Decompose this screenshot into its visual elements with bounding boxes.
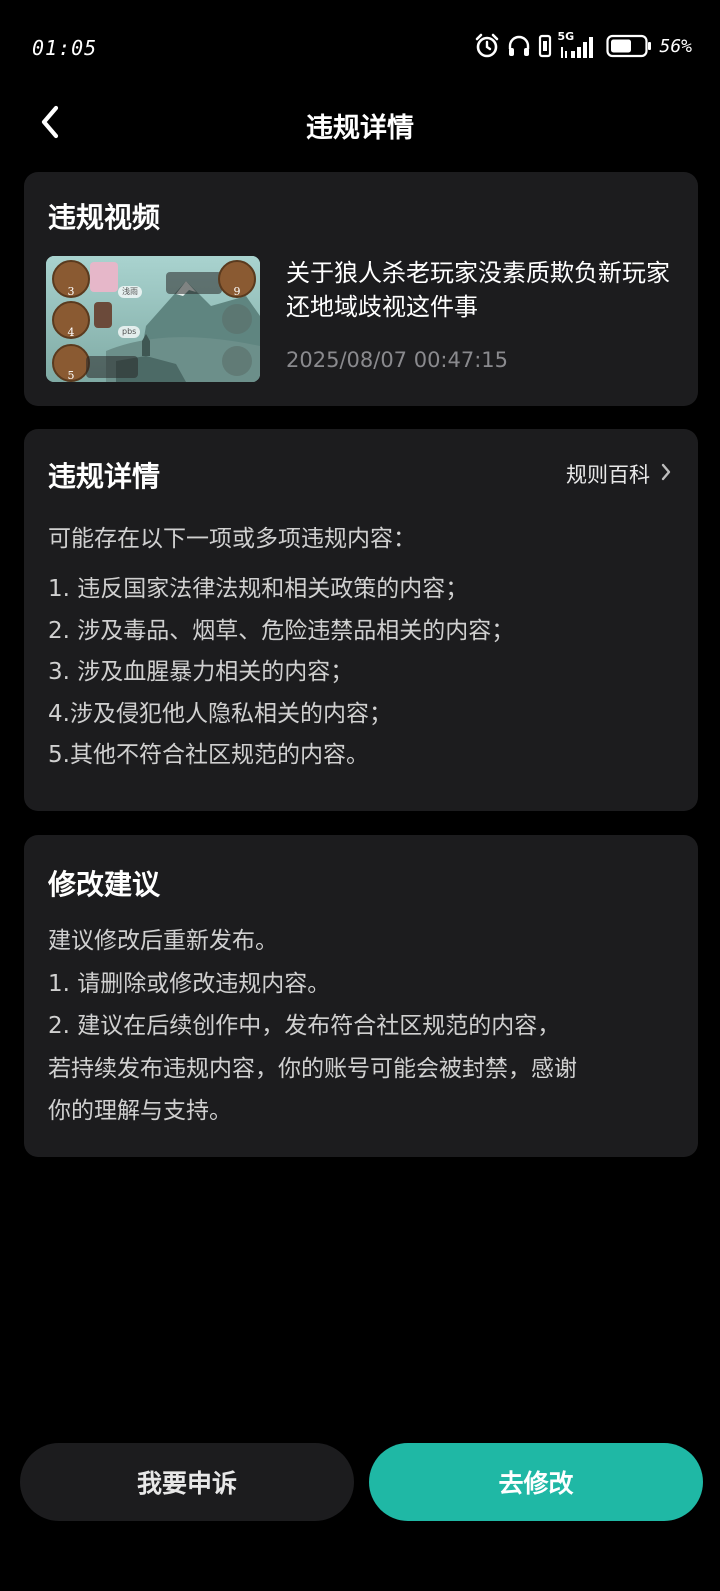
vibrate-icon: [538, 34, 552, 58]
violation-detail-card: 违规详情 规则百科 可能存在以下一项或多项违规内容： 1. 违反国家法律法规和相…: [24, 429, 698, 811]
nav-bar: 违规详情: [0, 90, 720, 160]
violation-list: 1. 违反国家法律法规和相关政策的内容； 2. 涉及毒品、烟草、危险违禁品相关的…: [48, 569, 514, 777]
seat-4: 4: [52, 301, 90, 339]
rules-link-label: 规则百科: [566, 463, 650, 487]
suggestion-line: 你的理解与支持。: [48, 1098, 232, 1124]
suggestion-text: 建议修改后重新发布。 1. 请删除或修改违规内容。 2. 建议在后续创作中，发布…: [48, 920, 678, 1133]
list-item: 3. 涉及血腥暴力相关的内容；: [48, 659, 354, 685]
suggest-section-title: 修改建议: [48, 868, 161, 901]
list-item: 5.其他不符合社区规范的内容。: [48, 742, 369, 768]
player-tag: 浅雨: [118, 286, 142, 298]
mic-icon: [222, 346, 252, 376]
chevron-right-icon: [660, 462, 672, 487]
signal-icon: 5G: [557, 30, 599, 59]
name-plate: [86, 356, 138, 378]
seat-3: 3: [52, 260, 90, 298]
player-avatar: [90, 262, 118, 292]
modification-suggestion-card: 修改建议 建议修改后重新发布。 1. 请删除或修改违规内容。 2. 建议在后续创…: [24, 835, 698, 1157]
video-section-title: 违规视频: [48, 201, 161, 234]
page-title: 违规详情: [306, 113, 414, 144]
list-item: 2. 涉及毒品、烟草、危险违禁品相关的内容；: [48, 617, 515, 644]
seat-5: 5: [52, 344, 90, 382]
suggestion-line: 建议修改后重新发布。: [48, 928, 278, 954]
status-bar: 01:05 5G 56%: [0, 0, 720, 90]
alarm-icon: [474, 33, 500, 59]
player-tag: pbs: [118, 326, 141, 338]
suggestion-line: 若持续发布违规内容，你的账号可能会被封禁，感谢: [48, 1055, 577, 1082]
rules-encyclopedia-link[interactable]: 规则百科: [566, 459, 672, 489]
video-timestamp: 2025/08/07 00:47:15: [286, 348, 509, 372]
network-type: 5G: [557, 30, 575, 43]
lock-icon: [222, 304, 252, 334]
seat-number: 4: [67, 326, 75, 339]
battery-icon: [606, 34, 652, 58]
appeal-button[interactable]: 我要申诉: [20, 1443, 354, 1521]
video-title[interactable]: 关于狼人杀老玩家没素质欺负新玩家还地域歧视这件事: [286, 256, 676, 324]
seat-number: 9: [233, 285, 241, 298]
name-plate: [166, 272, 222, 294]
video-thumbnail[interactable]: 3 浅雨 4 pbs 5 9: [46, 256, 260, 382]
seat-number: 5: [67, 369, 75, 382]
violation-video-card: 违规视频 3 浅雨 4 pbs 5 9 关于狼人杀老玩家没素质欺负新玩家还地域歧…: [24, 172, 698, 406]
seat-9: 9: [218, 260, 256, 298]
detail-section-title: 违规详情: [48, 460, 161, 493]
seat-number: 3: [67, 285, 75, 298]
list-item: 4.涉及侵犯他人隐私相关的内容；: [48, 700, 392, 727]
player-avatar: [94, 302, 112, 328]
suggestion-line: 1. 请删除或修改违规内容。: [48, 970, 331, 997]
headphones-icon: [507, 34, 531, 58]
detail-intro: 可能存在以下一项或多项违规内容：: [48, 526, 416, 552]
battery-percent: 56%: [659, 35, 692, 57]
modify-button[interactable]: 去修改: [369, 1443, 703, 1521]
list-item: 1. 违反国家法律法规和相关政策的内容；: [48, 576, 469, 602]
status-time: 01:05: [32, 36, 98, 60]
suggestion-line: 2. 建议在后续创作中，发布符合社区规范的内容，: [48, 1013, 561, 1039]
status-icons: 5G 56%: [474, 30, 692, 60]
